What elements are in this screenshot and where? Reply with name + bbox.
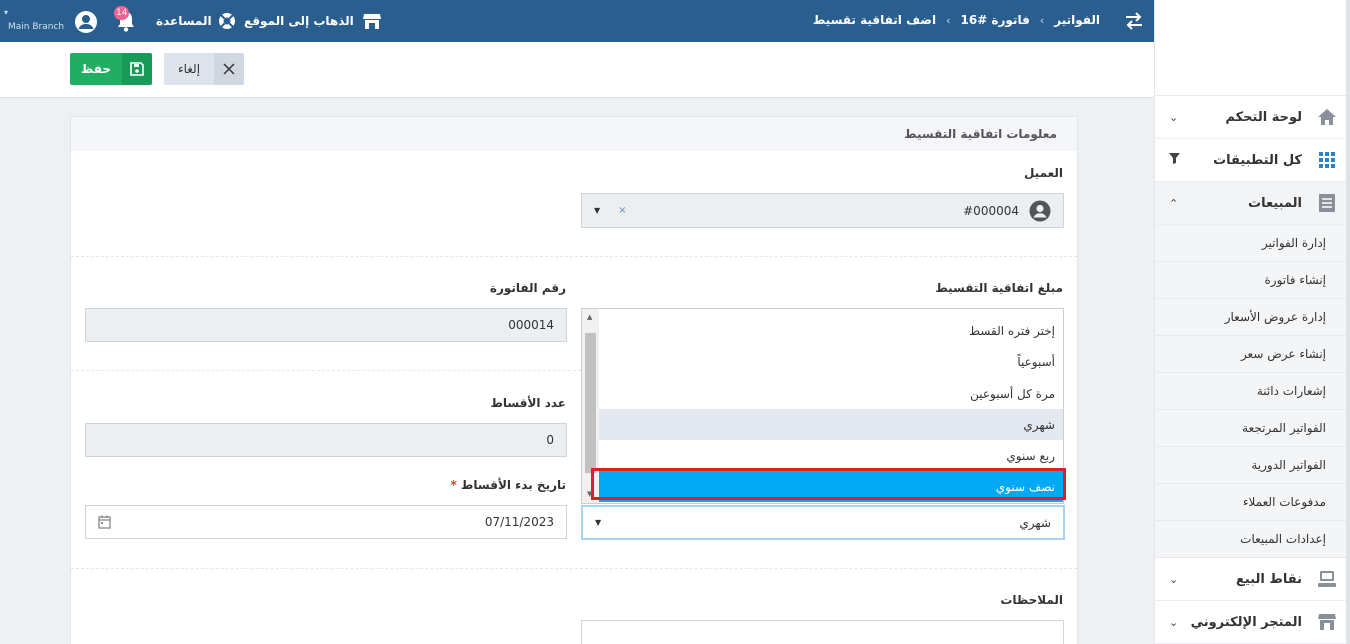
sidebar: لوحة التحكم ⌄ كل التطبيقات المبيعات ⌃ إد…: [1154, 0, 1350, 644]
period-option[interactable]: ربع سنوي: [599, 440, 1063, 471]
logo-area: [1155, 0, 1350, 96]
sidebar-item-label: نقاط البيع: [1236, 571, 1302, 587]
save-button[interactable]: حفظ: [70, 53, 152, 85]
invoice-number-value: 000014: [508, 318, 554, 332]
help-link[interactable]: المساعدة: [156, 12, 236, 30]
sidebar-toggle-icon[interactable]: [1124, 12, 1144, 30]
branch-selector[interactable]: ▾ Main Branch: [4, 8, 65, 33]
sidebar-item-dashboard[interactable]: لوحة التحكم ⌄: [1155, 96, 1350, 139]
installment-amount-label: مبلغ اتفاقية التقسيط: [935, 281, 1063, 295]
sidebar-subitem-client-payments[interactable]: مدفوعات العملاء: [1155, 484, 1350, 521]
sidebar-subitem-manage-invoices[interactable]: إدارة الفواتير: [1155, 225, 1350, 262]
sidebar-item-label: المتجر الإلكتروني: [1190, 614, 1302, 630]
page-scrollbar[interactable]: [1346, 0, 1350, 644]
form-divider: [71, 568, 1077, 569]
scroll-up-icon[interactable]: ▲: [587, 313, 592, 321]
sidebar-item-online-store[interactable]: المتجر الإلكتروني ⌄: [1155, 601, 1350, 644]
notifications-button[interactable]: 14: [114, 6, 140, 32]
breadcrumb-invoice[interactable]: فاتورة #16: [961, 13, 1030, 27]
cancel-button-label: إلغاء: [164, 53, 214, 85]
client-label: العميل: [1023, 166, 1063, 180]
action-bar: حفظ إلغاء: [0, 42, 1154, 98]
installments-count-field[interactable]: 0: [85, 423, 567, 457]
period-option[interactable]: أسبوعياً: [599, 346, 1063, 377]
sidebar-subitem-credit-notes[interactable]: إشعارات دائنة: [1155, 373, 1350, 410]
user-avatar-icon[interactable]: [74, 10, 98, 34]
breadcrumb: الفواتير › فاتورة #16 › اضف اتفاقية تقسي…: [812, 13, 1100, 27]
floppy-disk-icon: [122, 53, 152, 85]
grid-icon: [1316, 149, 1338, 171]
installments-count-label: عدد الأقساط: [490, 396, 566, 410]
chevron-down-icon: ⌄: [1169, 110, 1179, 124]
sidebar-item-label: لوحة التحكم: [1225, 109, 1302, 125]
chevron-down-icon: ⌄: [1169, 615, 1179, 629]
notification-count-badge: 14: [114, 6, 130, 20]
form-divider: [71, 256, 1077, 257]
annotation-highlight-box: [591, 468, 1066, 500]
close-icon: [214, 53, 244, 85]
sales-icon: [1316, 192, 1338, 214]
top-navbar: الفواتير › فاتورة #16 › اضف اتفاقية تقسي…: [0, 0, 1154, 42]
sidebar-subitem-returned-invoices[interactable]: الفواتير المرتجعة: [1155, 410, 1350, 447]
notes-textarea[interactable]: [581, 620, 1064, 644]
start-date-label: تاريخ بدء الأقساط *: [450, 478, 566, 492]
start-date-field[interactable]: 07/11/2023: [85, 505, 567, 539]
storefront-icon: [362, 12, 382, 30]
period-select-value: شهري: [1019, 515, 1051, 530]
client-avatar-icon: [1029, 200, 1051, 222]
branch-name: Main Branch: [8, 22, 65, 32]
form-divider: [71, 370, 581, 371]
sidebar-subitem-recurring-invoices[interactable]: الفواتير الدورية: [1155, 447, 1350, 484]
invoice-number-label: رقم الفاتورة: [489, 281, 566, 295]
sidebar-subitem-sales-settings[interactable]: إعدادات المبيعات: [1155, 521, 1350, 558]
installments-count-value: 0: [546, 433, 554, 447]
chevron-down-icon: ⌄: [1169, 572, 1179, 586]
filter-icon[interactable]: [1169, 153, 1180, 167]
sidebar-item-label: كل التطبيقات: [1213, 152, 1302, 168]
sidebar-subitem-manage-quotes[interactable]: إدارة عروض الأسعار: [1155, 299, 1350, 336]
breadcrumb-invoices[interactable]: الفواتير: [1054, 13, 1100, 27]
go-to-site-link[interactable]: الذهاب إلى الموقع: [244, 12, 382, 30]
sidebar-subitem-create-quote[interactable]: إنشاء عرض سعر: [1155, 336, 1350, 373]
client-value: #000004: [963, 203, 1019, 218]
home-icon: [1316, 106, 1338, 128]
calendar-icon[interactable]: [98, 515, 111, 529]
chevron-up-icon: ⌃: [1169, 196, 1179, 210]
chevron-down-icon[interactable]: ▼: [594, 206, 600, 215]
sidebar-item-sales[interactable]: المبيعات ⌃: [1155, 182, 1350, 225]
sidebar-item-pos[interactable]: نقاط البيع ⌄: [1155, 558, 1350, 601]
client-select[interactable]: #000004 × ▼: [581, 193, 1064, 228]
period-option-current[interactable]: شهري: [599, 409, 1063, 440]
store-icon: [1316, 611, 1338, 633]
pos-icon: [1316, 568, 1338, 590]
breadcrumb-current: اضف اتفاقية تقسيط: [812, 13, 937, 27]
sidebar-subitem-create-invoice[interactable]: إنشاء فاتورة: [1155, 262, 1350, 299]
period-select[interactable]: شهري ▼: [581, 505, 1065, 540]
notes-label: الملاحظات: [1000, 593, 1063, 607]
period-option[interactable]: إختر فتره القسط: [599, 315, 1063, 346]
section-title: معلومات اتفاقية التقسيط: [71, 117, 1077, 151]
sidebar-item-label: المبيعات: [1248, 195, 1302, 211]
invoice-number-field[interactable]: 000014: [85, 308, 567, 342]
clear-selection-icon[interactable]: ×: [618, 205, 626, 216]
start-date-value: 07/11/2023: [484, 515, 554, 529]
sidebar-item-all-apps[interactable]: كل التطبيقات: [1155, 139, 1350, 182]
save-button-label: حفظ: [70, 53, 122, 85]
chevron-down-icon[interactable]: ▼: [595, 518, 601, 527]
branch-caret-icon: ▾: [4, 8, 9, 17]
cancel-button[interactable]: إلغاء: [164, 53, 244, 85]
period-option[interactable]: مرة كل أسبوعين: [599, 378, 1063, 409]
lifebuoy-icon: [218, 12, 236, 30]
scrollbar-thumb[interactable]: [585, 333, 596, 473]
